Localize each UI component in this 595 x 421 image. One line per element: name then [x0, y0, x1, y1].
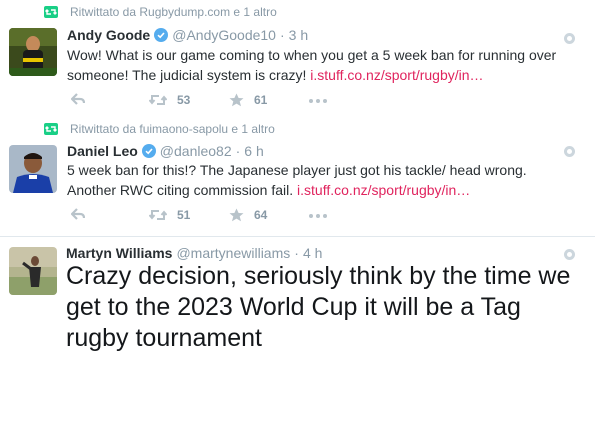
tweet-text-large: Crazy decision, seriously think by the t… — [66, 262, 571, 352]
author-name[interactable]: Andy Goode — [67, 27, 150, 43]
retweet-icon — [44, 6, 58, 18]
tweet-link[interactable]: i.stuff.co.nz/sport/rugby/in… — [310, 67, 483, 83]
retweet-button[interactable]: 51 — [149, 208, 190, 222]
like-count: 61 — [254, 93, 268, 107]
avatar[interactable] — [9, 247, 57, 295]
author-handle[interactable]: @AndyGoode10 — [172, 27, 276, 43]
tweet-link[interactable]: i.stuff.co.nz/sport/rugby/in… — [297, 182, 470, 198]
retweet-icon — [44, 123, 58, 135]
tweet-header: Andy Goode @AndyGoode10 · 3 h — [67, 27, 308, 43]
star-icon — [229, 208, 244, 222]
reply-button[interactable] — [71, 208, 95, 220]
caret-icon[interactable] — [564, 249, 575, 260]
reply-button[interactable] — [71, 93, 95, 105]
separator-dot: · — [279, 27, 285, 43]
reply-icon — [71, 208, 85, 220]
retweet-icon — [149, 210, 167, 220]
retweet-context-2: Ritwittato da fuimaono-sapolu e 1 altro — [44, 121, 275, 137]
caret-icon[interactable] — [564, 33, 575, 44]
star-icon — [229, 93, 244, 107]
tweet-text: 5 week ban for this!? The Japanese playe… — [67, 160, 577, 200]
timestamp[interactable]: 3 h — [289, 27, 308, 43]
verified-badge-icon — [154, 28, 169, 42]
verified-badge-icon — [141, 144, 156, 158]
tweet-header: Daniel Leo @danleo82 · 6 h — [67, 143, 264, 159]
retweet-context-label[interactable]: Ritwittato da Rugbydump.com e 1 altro — [70, 5, 277, 19]
author-name[interactable]: Martyn Williams — [66, 245, 172, 261]
like-count: 64 — [254, 208, 268, 222]
retweet-count: 51 — [177, 208, 191, 222]
tweet-actions: 51 64 — [67, 208, 367, 226]
timestamp[interactable]: 6 h — [244, 143, 263, 159]
avatar[interactable] — [9, 28, 57, 76]
retweet-context-1: Ritwittato da Rugbydump.com e 1 altro — [44, 4, 277, 20]
retweet-icon — [149, 95, 167, 105]
reply-icon — [71, 93, 85, 105]
retweet-count: 53 — [177, 93, 191, 107]
like-button[interactable]: 61 — [229, 93, 267, 107]
retweet-context-label[interactable]: Ritwittato da fuimaono-sapolu e 1 altro — [70, 122, 275, 136]
author-handle[interactable]: @danleo82 — [160, 143, 232, 159]
caret-icon[interactable] — [564, 146, 575, 157]
divider — [0, 236, 595, 237]
tweet-text: Wow! What is our game coming to when you… — [67, 45, 577, 85]
tweet-header: Martyn Williams @martynewilliams · 4 h — [66, 245, 322, 261]
more-icon[interactable] — [309, 99, 327, 103]
author-name[interactable]: Daniel Leo — [67, 143, 138, 159]
separator-dot: · — [235, 143, 241, 159]
retweet-button[interactable]: 53 — [149, 93, 190, 107]
tweet-actions: 53 61 — [67, 93, 367, 111]
avatar[interactable] — [9, 145, 57, 193]
timestamp[interactable]: 4 h — [303, 245, 322, 261]
author-handle[interactable]: @martynewilliams — [176, 245, 290, 261]
more-icon[interactable] — [309, 214, 327, 218]
separator-dot: · — [294, 245, 299, 261]
like-button[interactable]: 64 — [229, 208, 267, 222]
